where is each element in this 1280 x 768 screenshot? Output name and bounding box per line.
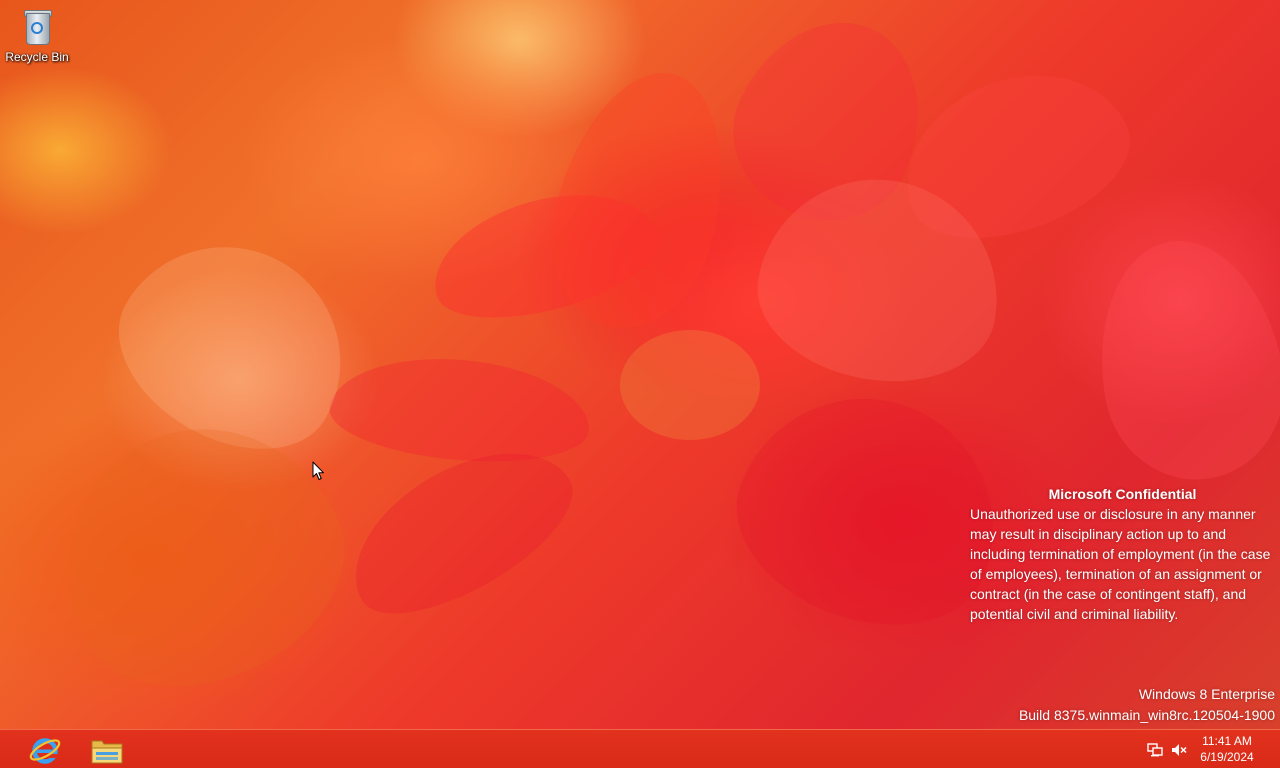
desktop: Recycle Bin Microsoft Confidential Unaut… [0, 0, 1280, 729]
volume-muted-icon[interactable] [1170, 741, 1188, 759]
clock-time: 11:41 AM [1202, 734, 1252, 748]
build-info: Windows 8 Enterprise Build 8375.winmain_… [1019, 684, 1275, 726]
internet-explorer-icon [29, 737, 61, 764]
recycle-bin-icon [21, 8, 53, 48]
recycle-bin-label: Recycle Bin [5, 50, 69, 64]
clock-date: 6/19/2024 [1200, 750, 1254, 764]
wallpaper-petal [1080, 226, 1280, 494]
taskbar-file-explorer-button[interactable] [78, 731, 136, 768]
wallpaper-petal [20, 382, 380, 728]
watermark-body: Unauthorized use or disclosure in any ma… [970, 506, 1271, 622]
build-label: Build 8375.winmain_win8rc.120504-1900 [1018, 707, 1275, 723]
confidential-watermark: Microsoft Confidential Unauthorized use … [970, 484, 1275, 624]
wallpaper-petal [620, 330, 760, 440]
edition-label: Windows 8 Enterprise [1138, 686, 1275, 702]
recycle-bin-shortcut[interactable]: Recycle Bin [4, 6, 70, 76]
wallpaper-petal [326, 348, 594, 472]
taskbar: 11:41 AM 6/19/2024 [0, 729, 1280, 768]
file-explorer-icon [91, 740, 123, 763]
watermark-title: Microsoft Confidential [1048, 486, 1197, 502]
taskbar-clock[interactable]: 11:41 AM 6/19/2024 [1192, 733, 1262, 765]
network-icon[interactable] [1146, 741, 1164, 759]
mouse-cursor-icon [312, 461, 324, 480]
taskbar-internet-explorer-button[interactable] [16, 731, 74, 768]
